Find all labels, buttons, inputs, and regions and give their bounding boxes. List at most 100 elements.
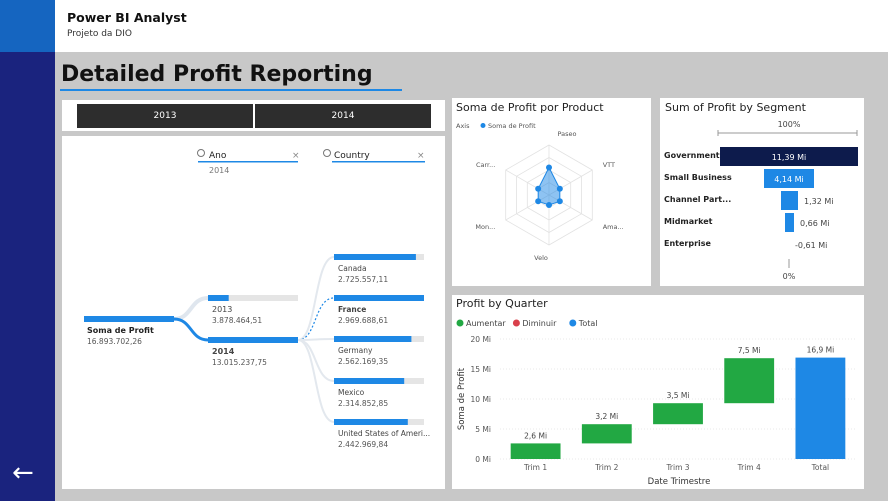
report-subtitle: Projeto da DIO (67, 29, 132, 39)
filter-country[interactable]: Country × (323, 149, 426, 163)
svg-text:2.562.169,35: 2.562.169,35 (338, 357, 388, 366)
decomposition-tree: Ano × 2014 Country × Soma de Profit 16.89… (84, 149, 430, 449)
report-app: ← Power BI Analyst Projeto da DIO Detail… (0, 0, 888, 501)
segment-bar (785, 213, 794, 232)
tree-link (297, 338, 335, 341)
tree-node-country[interactable]: Mexico 2.314.852,85 (334, 378, 424, 408)
svg-text:16.893.702,26: 16.893.702,26 (87, 337, 142, 346)
radar-axis-label: VTT (603, 161, 615, 169)
svg-text:United States of Ameri...: United States of Ameri... (338, 429, 430, 438)
segment-label: Midmarket (664, 217, 713, 226)
active-page-tab[interactable] (0, 0, 55, 52)
decomposition-tree-card: Ano × 2014 Country × Soma de Profit 16.89… (62, 136, 445, 489)
tree-node-root[interactable]: Soma de Profit 16.893.702,26 (84, 316, 174, 346)
radar-point[interactable] (556, 185, 563, 192)
x-tick-label: Trim 4 (737, 463, 761, 472)
filter-country-label: Country (334, 151, 370, 161)
svg-text:Aumentar: Aumentar (466, 319, 506, 328)
close-icon: × (292, 151, 300, 161)
left-navigation-bar: ← (0, 0, 55, 501)
segment-chart-card: Sum of Profit by Segment 100% 0% Governm… (660, 98, 864, 286)
segment-bar (781, 191, 798, 210)
legend-item[interactable]: Total (569, 319, 597, 328)
segment-label: Enterprise (664, 239, 712, 248)
segment-value-label: 0,66 Mi (800, 219, 829, 228)
segment-row[interactable]: Small Business 4,14 Mi (664, 169, 814, 188)
x-tick-label: Total (811, 463, 830, 472)
tree-node-country[interactable]: Germany 2.562.169,35 (334, 336, 424, 366)
svg-text:2.725.557,11: 2.725.557,11 (338, 275, 388, 284)
x-tick-label: Trim 2 (594, 463, 618, 472)
close-icon: × (417, 151, 425, 161)
segment-row[interactable]: Enterprise -0,61 Mi (664, 239, 827, 250)
radar-axis-label: Paseo (558, 130, 577, 138)
radar-point[interactable] (546, 164, 552, 171)
waterfall-y-axis-title: Soma de Profit (457, 367, 467, 430)
radar-chart-card: Soma de Profit por Product Axis Soma de … (452, 98, 651, 286)
tree-node-country[interactable]: France 2.969.688,61 (334, 295, 424, 325)
segment-axis-top: 100% (778, 120, 801, 129)
filter-ano-underline (198, 161, 298, 163)
tree-node-year[interactable]: 2013 3.878.464,51 (208, 295, 298, 325)
svg-text:2014: 2014 (212, 347, 235, 356)
segment-value-label: 4,14 Mi (774, 175, 803, 184)
data-label: 7,5 Mi (738, 346, 761, 355)
radar-point[interactable] (546, 202, 552, 208)
tree-node-year[interactable]: 2014 13.015.237,75 (208, 337, 298, 367)
segment-label: Small Business (664, 173, 732, 182)
legend-item[interactable]: Aumentar (456, 319, 507, 328)
filter-ano-value: 2014 (209, 166, 229, 175)
segment-rows: Government 11,39 Mi Small Business 4,14 Mi C… (664, 147, 858, 250)
filter-ano-label: Ano (209, 151, 227, 161)
waterfall-bar[interactable]: 3,2 Mi (581, 412, 632, 444)
radar-legend-axis: Axis (456, 122, 470, 130)
data-label: 2,6 Mi (524, 431, 547, 440)
svg-text:Mexico: Mexico (338, 388, 365, 397)
svg-text:Canada: Canada (338, 264, 367, 273)
svg-text:Diminuir: Diminuir (522, 319, 557, 328)
tree-node-country[interactable]: United States of Ameri... 2.442.969,84 (334, 419, 430, 449)
waterfall-bar[interactable]: 3,5 Mi (653, 391, 703, 425)
radar-chart: Axis Soma de Profit Paseo VTT Ama... Velo Mo… (456, 122, 624, 262)
svg-text:2.969.688,61: 2.969.688,61 (338, 316, 388, 325)
svg-text:3.878.464,51: 3.878.464,51 (212, 316, 262, 325)
back-arrow-icon[interactable]: ← (12, 460, 34, 486)
waterfall-chart: Aumentar Diminuir Total 0 Mi 5 Mi 10 Mi 15 Mi… (456, 319, 856, 487)
slicer-option-2014[interactable]: 2014 (255, 104, 431, 128)
report-header: Power BI Analyst Projeto da DIO (55, 0, 888, 52)
slicer-option-2013[interactable]: 2013 (77, 104, 253, 128)
filter-ano[interactable]: Ano × 2014 (197, 149, 300, 176)
svg-text:2.314.852,85: 2.314.852,85 (338, 399, 388, 408)
data-label: 3,5 Mi (667, 391, 690, 400)
tree-node-country[interactable]: Canada 2.725.557,11 (334, 254, 424, 284)
tree-link (297, 256, 335, 341)
segment-row[interactable]: Government 11,39 Mi (664, 147, 858, 166)
y-tick-label: 10 Mi (471, 395, 491, 404)
radar-legend-series: Soma de Profit (488, 122, 536, 130)
radar-legend-dot (480, 123, 486, 128)
x-tick-label: Trim 3 (665, 463, 689, 472)
radar-axis-label: Velo (534, 254, 548, 262)
y-tick-label: 20 Mi (471, 335, 491, 344)
svg-text:2013: 2013 (212, 305, 232, 314)
radar-point[interactable] (556, 198, 563, 205)
segment-row[interactable]: Channel Part... 1,32 Mi (664, 191, 833, 210)
waterfall-chart-card: Profit by Quarter Aumentar Diminuir Total … (452, 295, 864, 489)
legend-item[interactable]: Diminuir (512, 319, 557, 328)
lightbulb-icon (323, 149, 331, 157)
waterfall-bars: 2,6 Mi 3,2 Mi 3,5 Mi 7,5 Mi 16,9 Mi (510, 346, 846, 459)
segment-value-label: 1,32 Mi (804, 197, 833, 206)
svg-text:13.015.237,75: 13.015.237,75 (212, 358, 267, 367)
segment-label: Channel Part... (664, 195, 731, 204)
segment-value-label: -0,61 Mi (795, 241, 827, 250)
waterfall-bar[interactable]: 7,5 Mi (724, 346, 775, 404)
radar-point[interactable] (535, 185, 542, 192)
waterfall-bar[interactable]: 16,9 Mi (795, 346, 846, 459)
tree-link (297, 339, 335, 382)
waterfall-bar[interactable]: 2,6 Mi (510, 431, 561, 459)
tree-nodes: Soma de Profit 16.893.702,26 2013 3.878.464… (84, 254, 430, 449)
lightbulb-icon (197, 149, 205, 157)
title-underline (60, 89, 402, 91)
segment-row[interactable]: Midmarket 0,66 Mi (664, 213, 829, 232)
radar-point[interactable] (535, 198, 542, 205)
